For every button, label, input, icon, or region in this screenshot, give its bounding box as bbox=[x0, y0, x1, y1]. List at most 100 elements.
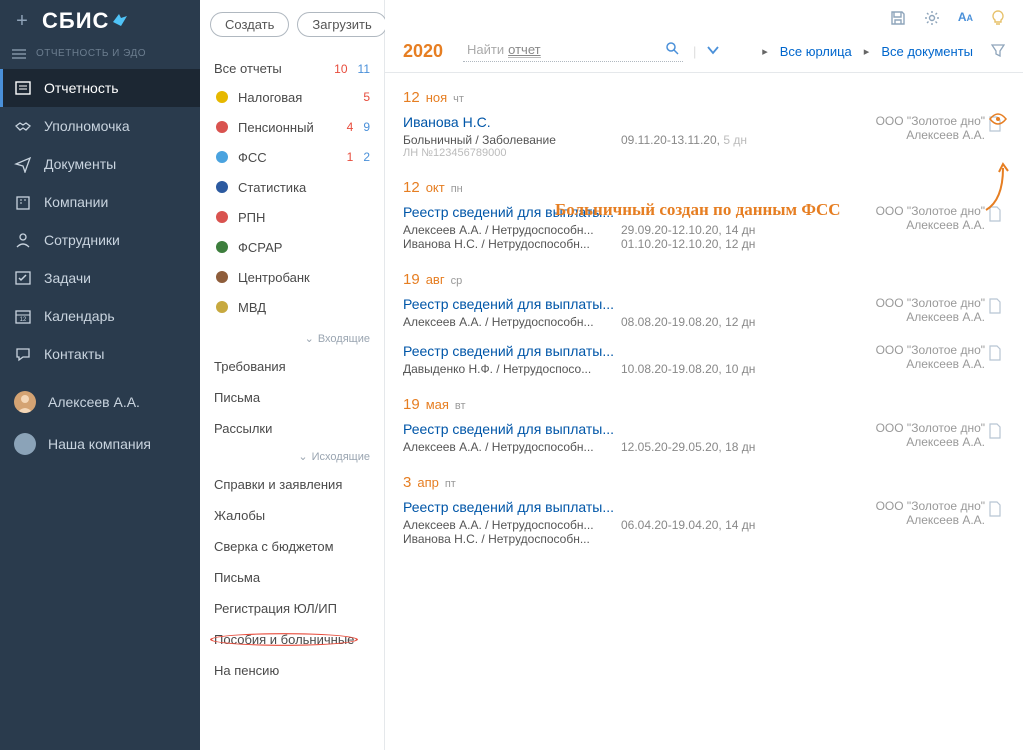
section-item[interactable]: Справки и заявления bbox=[200, 469, 384, 500]
entry[interactable]: Реестр сведений для выплаты...Алексеев А… bbox=[403, 497, 1005, 558]
plus-button[interactable]: + bbox=[12, 11, 32, 31]
sidebar: + СБИС ОТЧЕТНОСТЬ И ЭДО ОтчетностьУполно… bbox=[0, 0, 200, 750]
category-item[interactable]: Налоговая5 bbox=[200, 82, 384, 112]
nav-item-chat[interactable]: Контакты bbox=[0, 335, 200, 373]
svg-text:12: 12 bbox=[20, 317, 27, 323]
subtitle-row[interactable]: ОТЧЕТНОСТЬ И ЭДО bbox=[0, 42, 200, 69]
document-icon[interactable] bbox=[985, 421, 1005, 454]
entry[interactable]: Реестр сведений для выплаты...Алексеев А… bbox=[403, 294, 1005, 341]
nav-item-report[interactable]: Отчетность bbox=[0, 69, 200, 107]
nav-item-calendar[interactable]: 12 Календарь bbox=[0, 297, 200, 335]
section-item[interactable]: На пенсию bbox=[200, 655, 384, 686]
section-item[interactable]: Пособия и больничные bbox=[200, 624, 384, 655]
entry-doc-number: ЛН №123456789000 bbox=[403, 147, 825, 159]
category-item[interactable]: МВД bbox=[200, 292, 384, 322]
company-name: Наша компания bbox=[48, 436, 151, 452]
entry-author: Алексеев А.А. bbox=[825, 128, 985, 142]
app-logo[interactable]: СБИС bbox=[42, 8, 127, 34]
category-label: Налоговая bbox=[238, 90, 363, 105]
section-item[interactable]: Сверка с бюджетом bbox=[200, 531, 384, 562]
nav-item-user[interactable]: Сотрудники bbox=[0, 221, 200, 259]
section-item[interactable]: Рассылки bbox=[200, 413, 384, 444]
nav-item-building[interactable]: Компании bbox=[0, 183, 200, 221]
incoming-header[interactable]: ⌄ Входящие bbox=[200, 326, 384, 351]
category-all-red: 10 bbox=[334, 62, 347, 76]
category-item[interactable]: ФСС12 bbox=[200, 142, 384, 172]
entry-person: Давыденко Н.Ф. / Нетрудоспосо... bbox=[403, 362, 621, 376]
nav-item-handshake[interactable]: Уполномочка bbox=[0, 107, 200, 145]
nav-label: Календарь bbox=[44, 308, 115, 324]
nav-item-send[interactable]: Документы bbox=[0, 145, 200, 183]
chevron-down-icon: ⌄ bbox=[298, 450, 307, 463]
category-label: ФСРАР bbox=[238, 240, 370, 255]
save-icon[interactable] bbox=[890, 10, 906, 29]
section-item[interactable]: Письма bbox=[200, 562, 384, 593]
entry-author: Алексеев А.А. bbox=[825, 310, 985, 324]
eye-icon[interactable] bbox=[989, 112, 1007, 129]
mid-buttons: Создать Загрузить bbox=[200, 0, 384, 47]
bulb-icon[interactable] bbox=[991, 10, 1005, 29]
search-box[interactable]: Найти отчет bbox=[463, 41, 683, 62]
year-selector[interactable]: 2020 bbox=[403, 41, 443, 62]
font-size-icon[interactable]: AA bbox=[958, 10, 973, 29]
chevron-down-icon[interactable] bbox=[706, 44, 720, 59]
entry[interactable]: Иванова Н.С.Больничный / Заболевание09.1… bbox=[403, 112, 1005, 171]
category-item[interactable]: Статистика bbox=[200, 172, 384, 202]
gear-icon[interactable] bbox=[924, 10, 940, 29]
search-icon[interactable] bbox=[665, 41, 679, 58]
section-item[interactable]: Жалобы bbox=[200, 500, 384, 531]
user-icon bbox=[14, 231, 32, 249]
filter-icon[interactable] bbox=[991, 43, 1005, 60]
entry-dates: 09.11.20-13.11.20, 5 дн bbox=[621, 133, 747, 147]
entry-title: Реестр сведений для выплаты... bbox=[403, 499, 825, 515]
section-item[interactable]: Регистрация ЮЛ/ИП bbox=[200, 593, 384, 624]
user-row[interactable]: Алексеев А.А. bbox=[0, 381, 200, 423]
entry[interactable]: Реестр сведений для выплаты...Давыденко … bbox=[403, 341, 1005, 388]
logo-row: + СБИС bbox=[0, 0, 200, 42]
date-header: 3 апр пт bbox=[403, 474, 1005, 491]
category-item[interactable]: ФСРАР bbox=[200, 232, 384, 262]
user-name: Алексеев А.А. bbox=[48, 394, 140, 410]
category-all[interactable]: Все отчеты 10 11 bbox=[200, 51, 384, 82]
avatar bbox=[14, 391, 36, 413]
section-item[interactable]: Требования bbox=[200, 351, 384, 382]
date-header: 19 авг ср bbox=[403, 271, 1005, 288]
breadcrumb-legal[interactable]: Все юрлица bbox=[780, 44, 852, 59]
search-keyword[interactable]: отчет bbox=[508, 42, 540, 58]
category-label: ФСС bbox=[238, 150, 347, 165]
category-item[interactable]: Центробанк bbox=[200, 262, 384, 292]
create-button[interactable]: Создать bbox=[210, 12, 289, 37]
entry-person: Иванова Н.С. / Нетрудоспособн... bbox=[403, 532, 621, 546]
hamburger-icon bbox=[12, 49, 26, 59]
entry[interactable]: Реестр сведений для выплаты...Алексеев А… bbox=[403, 419, 1005, 466]
date-header: 12 ноя чт bbox=[403, 89, 1005, 106]
entry-title: Реестр сведений для выплаты... bbox=[403, 296, 825, 312]
category-badge-icon bbox=[214, 89, 230, 105]
category-badge-icon bbox=[214, 299, 230, 315]
upload-button[interactable]: Загрузить bbox=[297, 12, 386, 37]
company-row[interactable]: Наша компания bbox=[0, 423, 200, 465]
category-item[interactable]: РПН bbox=[200, 202, 384, 232]
category-badge-icon bbox=[214, 149, 230, 165]
building-icon bbox=[14, 193, 32, 211]
section-item[interactable]: Письма bbox=[200, 382, 384, 413]
document-icon[interactable] bbox=[985, 499, 1005, 546]
entry[interactable]: Реестр сведений для выплаты...Алексеев А… bbox=[403, 202, 1005, 263]
entry-title: Реестр сведений для выплаты... bbox=[403, 421, 825, 437]
breadcrumb-docs[interactable]: Все документы bbox=[881, 44, 973, 59]
category-item[interactable]: Пенсионный49 bbox=[200, 112, 384, 142]
count-blue: 2 bbox=[363, 150, 370, 164]
document-icon[interactable] bbox=[985, 204, 1005, 251]
entry-org: ООО "Золотое дно" bbox=[825, 114, 985, 128]
document-icon[interactable] bbox=[985, 296, 1005, 329]
nav-label: Компании bbox=[44, 194, 108, 210]
content: 12 ноя чт Иванова Н.С.Больничный / Заболе… bbox=[385, 73, 1023, 750]
category-badge-icon bbox=[214, 209, 230, 225]
outgoing-label: Исходящие bbox=[312, 451, 370, 463]
outgoing-header[interactable]: ⌄ Исходящие bbox=[200, 444, 384, 469]
category-badge-icon bbox=[214, 179, 230, 195]
handshake-icon bbox=[14, 117, 32, 135]
nav-item-check[interactable]: Задачи bbox=[0, 259, 200, 297]
entry-org: ООО "Золотое дно" bbox=[825, 204, 985, 218]
document-icon[interactable] bbox=[985, 343, 1005, 376]
